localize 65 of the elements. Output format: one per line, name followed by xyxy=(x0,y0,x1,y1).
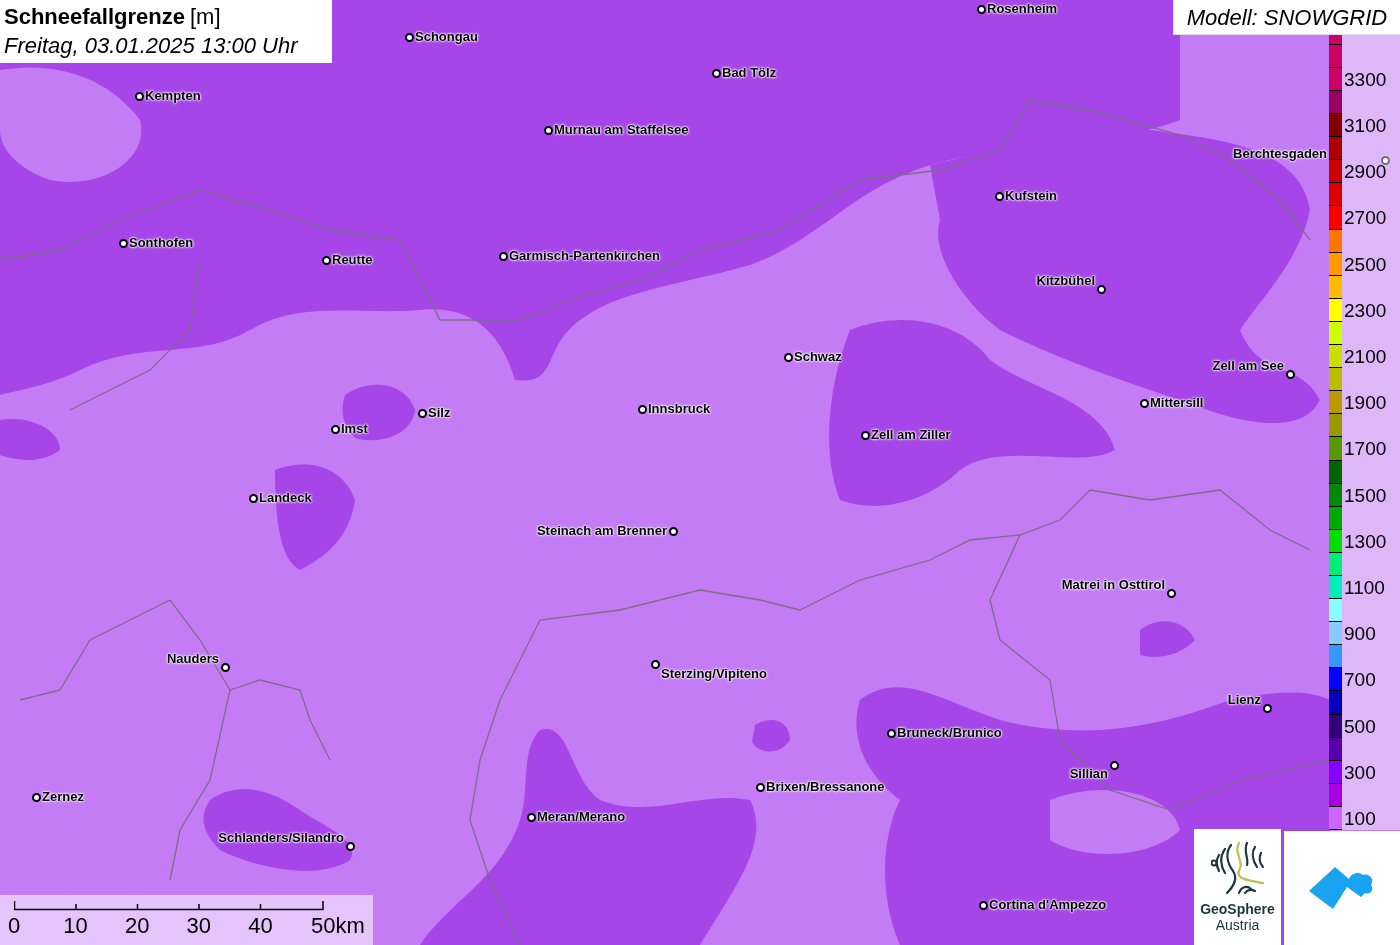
city-label: Kitzbühel xyxy=(1036,272,1095,290)
model-label: Modell: SNOWGRID xyxy=(1173,0,1400,35)
city-label: Nauders xyxy=(166,650,219,668)
city-label: Reutte xyxy=(332,251,373,269)
roof-cloud-icon xyxy=(1309,865,1375,911)
city-label: Zell am Ziller xyxy=(871,426,951,444)
legend-value: 2100 xyxy=(1344,345,1387,369)
scale-ruler-icon xyxy=(14,901,326,911)
city-label: Imst xyxy=(341,420,368,438)
city-label: Sterzing/Vipiteno xyxy=(661,665,767,683)
city-label: Murnau am Staffelsee xyxy=(554,121,689,139)
city-label: Silz xyxy=(428,404,451,422)
legend-value: 1100 xyxy=(1344,575,1385,599)
city-label: Steinach am Brenner xyxy=(536,522,667,540)
legend-value: 3300 xyxy=(1344,67,1387,91)
low-snowline-area xyxy=(0,419,60,460)
city-label: Innsbruck xyxy=(648,400,711,418)
legend-value: 100 xyxy=(1344,806,1376,830)
city-label: Sonthofen xyxy=(129,234,194,252)
scale-label: 30 xyxy=(186,913,212,939)
scale-label: 40 xyxy=(248,913,273,939)
city-label: Kempten xyxy=(145,87,201,105)
scale-label: 20 xyxy=(124,913,150,939)
legend-value: 500 xyxy=(1344,714,1376,738)
city-label: Brixen/Bressanone xyxy=(766,778,885,796)
scale-label: 0 xyxy=(7,913,21,939)
legend-value: 2500 xyxy=(1344,252,1387,276)
legend-value: 3100 xyxy=(1344,114,1387,138)
city-label: Mittersill xyxy=(1150,394,1204,412)
legend-value: 2300 xyxy=(1344,298,1387,322)
logo-name: GeoSphere xyxy=(1200,901,1275,917)
legend-value: 1500 xyxy=(1344,483,1387,507)
city-label: Matrei in Osttirol xyxy=(1061,576,1165,594)
city-label: Zernez xyxy=(42,788,84,806)
city-label: Berchtesgaden xyxy=(1233,145,1327,163)
logo-country: Austria xyxy=(1215,917,1260,934)
city-label: Schongau xyxy=(415,28,478,46)
city-label: Zell am See xyxy=(1212,357,1284,375)
wave-lines-icon xyxy=(1210,841,1265,895)
scale-label: 10 xyxy=(63,913,88,939)
city-label: Landeck xyxy=(259,489,312,507)
city-label: Lienz xyxy=(1227,691,1261,709)
legend-value: 900 xyxy=(1344,622,1376,646)
unit-label: [m] xyxy=(189,3,221,31)
legend-value: 1300 xyxy=(1344,529,1387,553)
map-title: Schneefallgrenze xyxy=(4,3,185,31)
low-snowline-area xyxy=(1140,621,1195,657)
legend-value: 1900 xyxy=(1344,391,1387,415)
scale-label: 50km xyxy=(311,913,365,939)
city-label: Schlanders/Silandro xyxy=(218,829,344,847)
city-label: Kufstein xyxy=(1005,187,1057,205)
legend-value: 1700 xyxy=(1344,437,1387,461)
city-label: Cortina d'Ampezzo xyxy=(989,896,1107,914)
legend-value: 700 xyxy=(1344,668,1376,692)
legend-value: 2700 xyxy=(1344,206,1387,230)
legend-value: 300 xyxy=(1344,760,1376,784)
city-label: Garmisch-Partenkirchen xyxy=(509,247,660,265)
date-label: Freitag, 03.01.2025 13:00 Uhr xyxy=(4,32,300,60)
city-label: Bruneck/Brunico xyxy=(897,724,1002,742)
city-label: Sillian xyxy=(1069,765,1108,783)
city-label: Rosenheim xyxy=(987,0,1058,18)
city-label: Meran/Merano xyxy=(537,808,626,826)
legend-value: 2900 xyxy=(1344,160,1387,184)
city-label: Bad Tölz xyxy=(722,64,777,82)
city-label: Schwaz xyxy=(794,348,842,366)
